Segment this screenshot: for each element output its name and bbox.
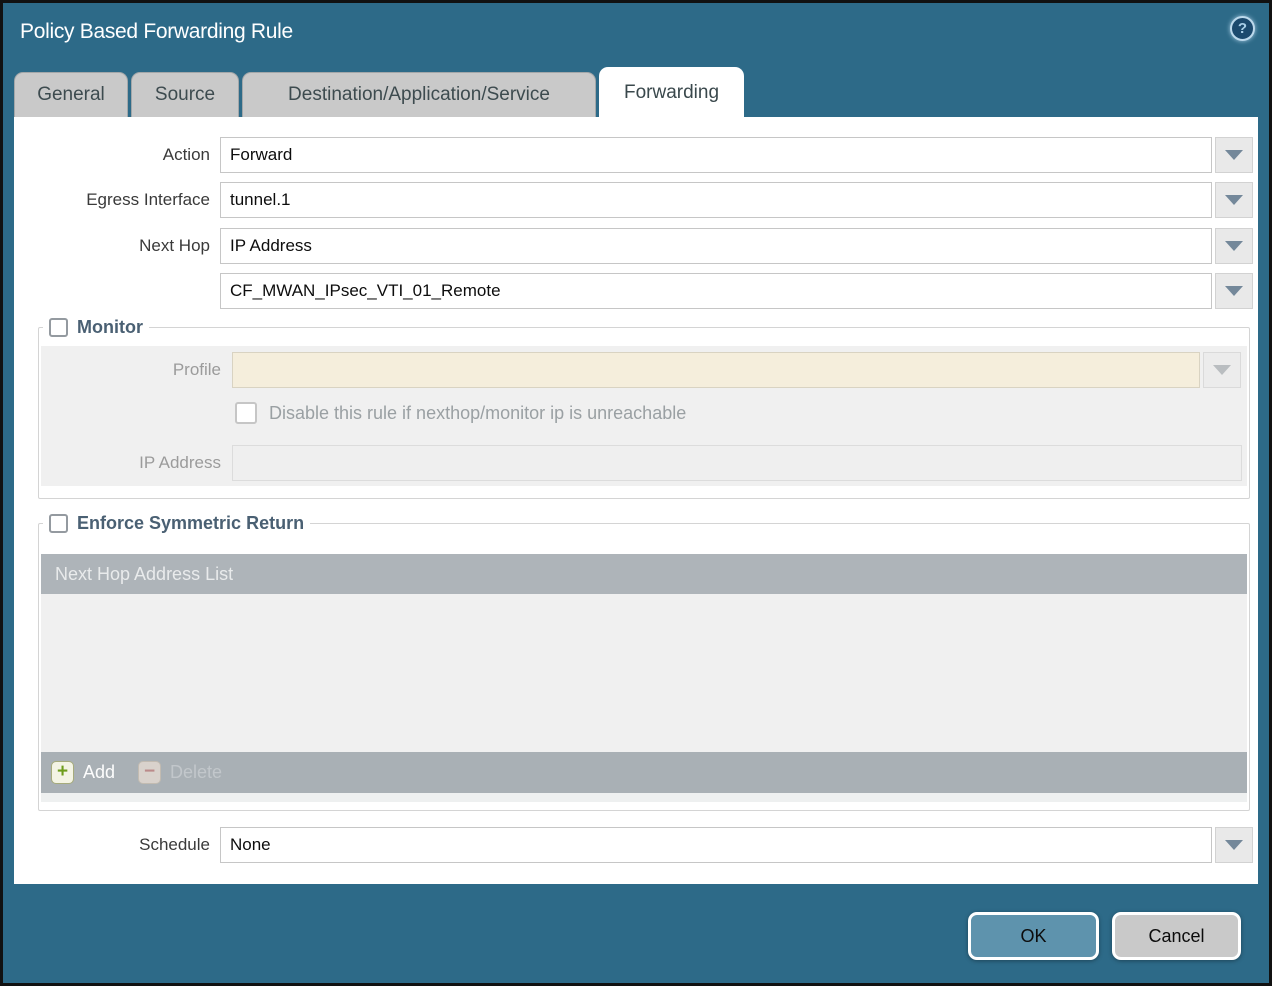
pbf-rule-dialog: Policy Based Forwarding Rule ? General S… xyxy=(0,0,1272,986)
action-label: Action xyxy=(14,137,210,173)
next-hop-address-dropdown-button[interactable] xyxy=(1215,273,1253,309)
help-icon[interactable]: ? xyxy=(1230,16,1255,41)
next-hop-address-list-body xyxy=(41,594,1247,752)
chevron-down-icon xyxy=(1225,286,1243,296)
delete-button[interactable]: Delete xyxy=(170,762,222,783)
monitor-body: Profile Disable this rule if nexthop/mon… xyxy=(41,346,1247,486)
egress-interface-row: Egress Interface tunnel.1 xyxy=(14,182,1258,218)
cancel-button[interactable]: Cancel xyxy=(1112,912,1241,960)
tab-general[interactable]: General xyxy=(14,72,128,117)
add-button[interactable]: Add xyxy=(83,762,115,783)
next-hop-label: Next Hop xyxy=(14,228,210,264)
egress-interface-select[interactable]: tunnel.1 xyxy=(220,182,1212,218)
next-hop-address-row: CF_MWAN_IPsec_VTI_01_Remote xyxy=(14,273,1258,309)
schedule-dropdown-button[interactable] xyxy=(1215,827,1253,863)
dialog-title: Policy Based Forwarding Rule xyxy=(20,20,293,44)
monitor-legend: Monitor xyxy=(43,317,149,338)
next-hop-address-list-header: Next Hop Address List xyxy=(41,554,1247,594)
chevron-down-icon xyxy=(1225,150,1243,160)
enforce-symmetric-return-legend: Enforce Symmetric Return xyxy=(43,513,310,534)
schedule-label: Schedule xyxy=(14,827,210,863)
tab-forwarding[interactable]: Forwarding xyxy=(599,67,744,117)
next-hop-type-select[interactable]: IP Address xyxy=(220,228,1212,264)
disable-rule-row: Disable this rule if nexthop/monitor ip … xyxy=(235,402,686,424)
disable-rule-checkbox xyxy=(235,402,257,424)
disable-rule-label: Disable this rule if nexthop/monitor ip … xyxy=(269,403,686,424)
title-bar: Policy Based Forwarding Rule ? xyxy=(3,3,1269,67)
monitor-checkbox[interactable] xyxy=(49,318,68,337)
add-icon: + xyxy=(51,761,74,784)
monitor-ip-address-label: IP Address xyxy=(41,445,221,481)
chevron-down-icon xyxy=(1225,840,1243,850)
table-toolbar: + Add − Delete xyxy=(41,752,1247,793)
delete-icon: − xyxy=(138,761,161,784)
profile-dropdown-button xyxy=(1203,352,1241,388)
action-select[interactable]: Forward xyxy=(220,137,1212,173)
forwarding-panel: Action Forward Egress Interface tunnel.1… xyxy=(14,117,1258,884)
egress-interface-label: Egress Interface xyxy=(14,182,210,218)
action-row: Action Forward xyxy=(14,137,1258,173)
tab-destination-application-service[interactable]: Destination/Application/Service xyxy=(242,72,596,117)
profile-label: Profile xyxy=(41,352,221,388)
chevron-down-icon xyxy=(1225,241,1243,251)
egress-interface-dropdown-button[interactable] xyxy=(1215,182,1253,218)
tab-bar: General Source Destination/Application/S… xyxy=(14,67,744,117)
next-hop-address-list-table: Next Hop Address List + Add − Delete xyxy=(41,554,1247,802)
profile-select xyxy=(232,352,1200,388)
table-bottom-strip xyxy=(41,793,1247,802)
next-hop-address-select[interactable]: CF_MWAN_IPsec_VTI_01_Remote xyxy=(220,273,1212,309)
schedule-row: Schedule None xyxy=(14,827,1258,863)
monitor-legend-label: Monitor xyxy=(77,317,143,338)
enforce-symmetric-return-checkbox[interactable] xyxy=(49,514,68,533)
next-hop-type-dropdown-button[interactable] xyxy=(1215,228,1253,264)
tab-source[interactable]: Source xyxy=(131,72,239,117)
schedule-select[interactable]: None xyxy=(220,827,1212,863)
enforce-symmetric-return-section: Enforce Symmetric Return Next Hop Addres… xyxy=(38,513,1250,811)
monitor-ip-address-field xyxy=(232,445,1242,481)
chevron-down-icon xyxy=(1213,365,1231,375)
action-dropdown-button[interactable] xyxy=(1215,137,1253,173)
symmetric-return-body: Next Hop Address List + Add − Delete xyxy=(41,554,1247,802)
ok-button[interactable]: OK xyxy=(968,912,1099,960)
monitor-section: Monitor Profile Disable this rule if nex… xyxy=(38,317,1250,499)
chevron-down-icon xyxy=(1225,195,1243,205)
next-hop-row: Next Hop IP Address xyxy=(14,228,1258,264)
enforce-symmetric-return-legend-label: Enforce Symmetric Return xyxy=(77,513,304,534)
